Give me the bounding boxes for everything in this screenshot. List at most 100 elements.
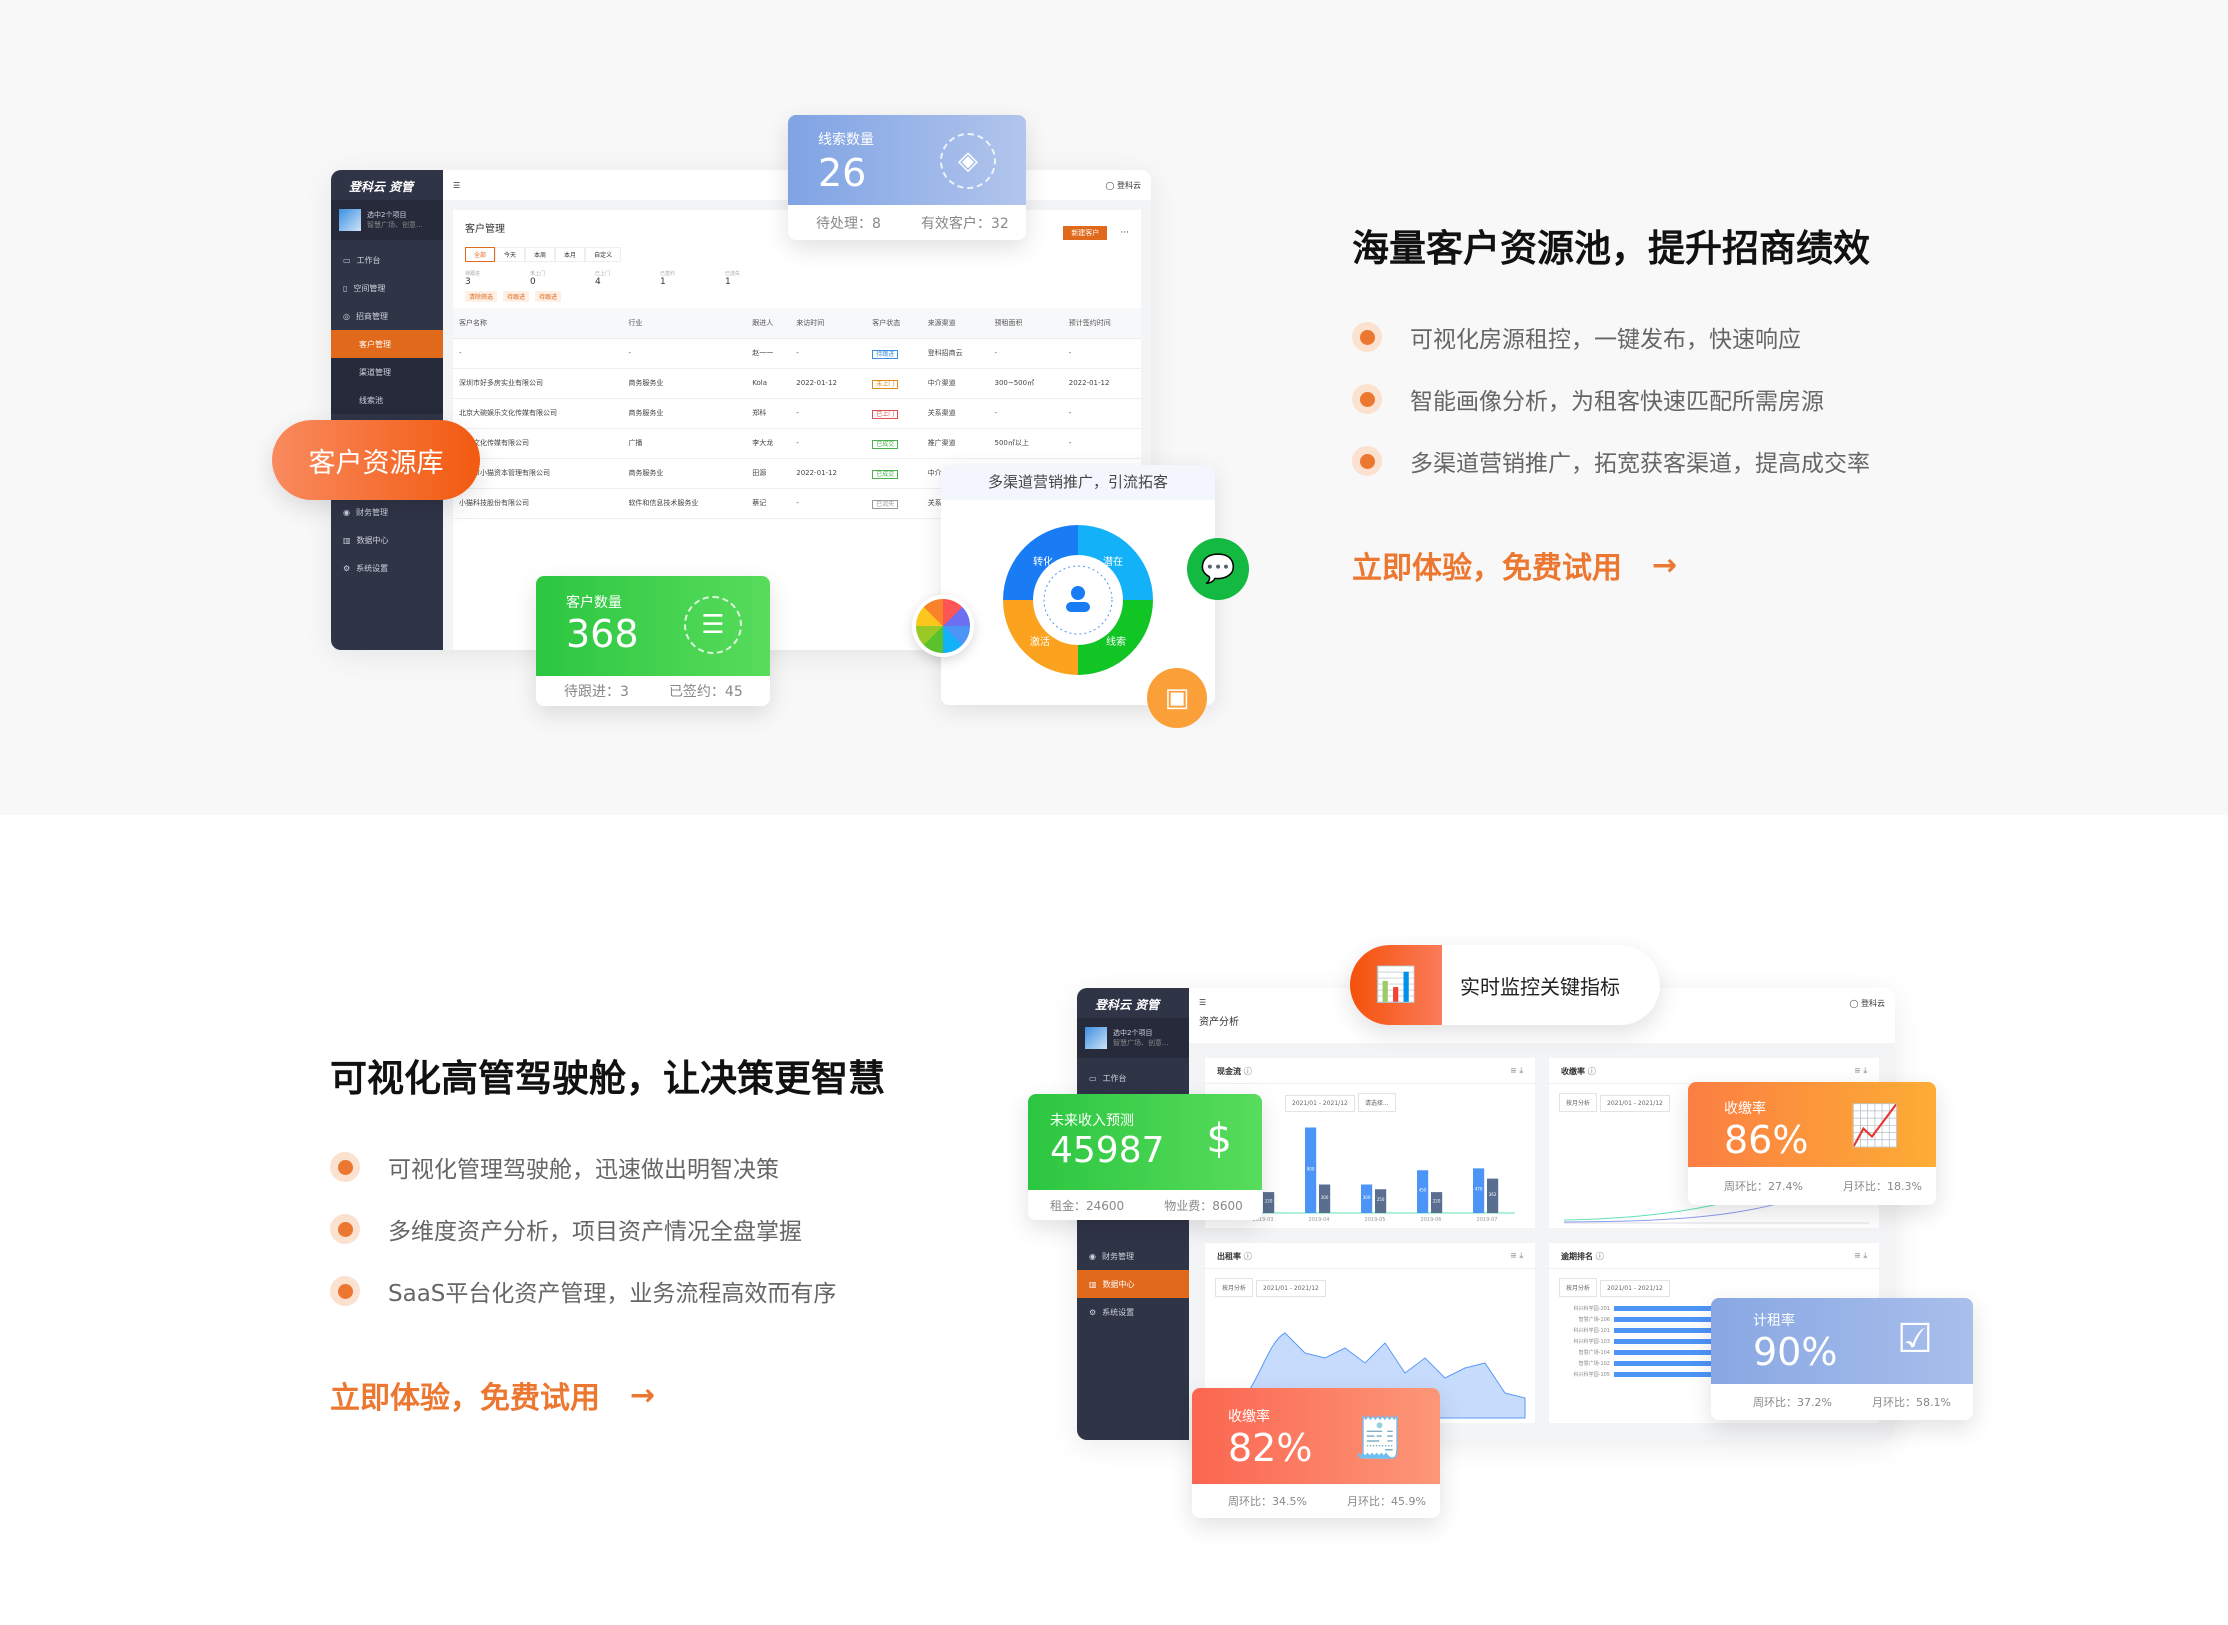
nav-leads[interactable]: 线索池 <box>331 386 443 414</box>
building-icon: ▯ <box>343 283 348 293</box>
user-name: 登科云 <box>1117 180 1141 190</box>
nav-label: 财务管理 <box>355 507 388 517</box>
pending-stat: 待处理：8 <box>816 215 881 232</box>
arrow-right-icon: → <box>1652 547 1678 583</box>
free-trial-link[interactable]: 立即体验，免费试用 → <box>1352 543 1870 587</box>
filter-chips: 清除筛选 待跟进 待跟进 <box>465 291 1129 302</box>
table-cell: 2022-01-12 <box>790 458 867 489</box>
layers-icon: ◈ <box>940 133 996 189</box>
mode-select[interactable]: 按月分析 <box>1559 1278 1598 1297</box>
download-icon[interactable]: ≡ ⤓ <box>1510 1066 1523 1075</box>
table-cell: 商务服务业 <box>622 368 747 399</box>
status-stats: 待跟进 3 未上门 0 已上门 4 已签约 1 已流失 1 <box>465 270 1129 287</box>
table-row[interactable]: 车巢文化传媒有限公司 广播 李大龙 - 已成交 推广渠道 500㎡以上 - <box>453 428 1141 459</box>
filter-chip[interactable]: 待跟进 <box>535 291 562 302</box>
project-selector[interactable]: 选中2个项目 智慧广场、创意... <box>1077 1018 1189 1058</box>
customer-pool-badge: 客户资源库 <box>272 420 480 500</box>
nav-workbench[interactable]: ▭ 工作台 <box>1077 1064 1189 1092</box>
table-cell: 北京大碗娱乐文化传媒有限公司 <box>453 398 623 429</box>
date-range-picker[interactable]: 2021/01 - 2021/12 <box>1256 1280 1326 1297</box>
ranking-label: 科兴科学园-105 <box>1573 1372 1610 1378</box>
nav-finance[interactable]: ◉ 财务管理 <box>1077 1242 1189 1270</box>
receipt-icon: 🧾 <box>1354 1415 1404 1461</box>
project-name: 选中2个项目 <box>367 211 407 219</box>
filter-chip[interactable]: 待跟进 <box>503 291 530 302</box>
menu-toggle-icon[interactable]: ☰ <box>453 181 460 190</box>
tab-week[interactable]: 本周 <box>525 247 556 262</box>
coin-icon: ◉ <box>343 507 350 517</box>
segment-label: 线索 <box>1106 635 1126 648</box>
help-icon: ⓘ <box>1595 1252 1604 1261</box>
status-tag: 待跟进 <box>872 349 899 359</box>
bullet-icon <box>1352 322 1382 352</box>
download-icon[interactable]: ≡ ⤓ <box>1510 1251 1523 1260</box>
table-cell: - <box>1062 398 1141 429</box>
tab-month[interactable]: 本月 <box>555 247 586 262</box>
download-icon[interactable]: ≡ ⤓ <box>1854 1066 1867 1075</box>
wechat-icon: 💬 <box>1187 538 1249 600</box>
status-tag: 已成交 <box>872 469 899 479</box>
nav-channel[interactable]: 渠道管理 <box>331 358 443 386</box>
table-cell: 500㎡以上 <box>988 428 1063 459</box>
nav-data[interactable]: ▥ 数据中心 <box>331 526 443 554</box>
table-row[interactable]: - - 赵一一 - 待跟进 登科招商云 - - <box>453 338 1141 369</box>
tab-all[interactable]: 全部 <box>465 247 496 262</box>
bullet-icon <box>1352 446 1382 476</box>
table-cell: 广播 <box>622 428 747 459</box>
table-row[interactable]: 北京大碗娱乐文化传媒有限公司 商务服务业 郑科 - 已上门 关系渠道 - - <box>453 398 1141 429</box>
status-tag: 已流失 <box>872 499 899 509</box>
gear-icon: ⚙ <box>343 563 351 573</box>
nav-finance[interactable]: ◉ 财务管理 <box>331 498 443 526</box>
nav-settings[interactable]: ⚙ 系统设置 <box>1077 1298 1189 1326</box>
download-icon[interactable]: ≡ ⤓ <box>1854 1251 1867 1260</box>
project-selector[interactable]: 选中2个项目 智慧广场、创意... <box>331 200 443 240</box>
arrow-right-icon: → <box>630 1377 656 1413</box>
nav-settings[interactable]: ⚙ 系统设置 <box>331 554 443 582</box>
table-cell: - <box>790 428 867 459</box>
bar-value-label: 300 <box>1321 1195 1329 1200</box>
nav-leasing[interactable]: ◎ 招商管理 <box>331 302 443 330</box>
bar-value-label: 362 <box>1489 1192 1497 1197</box>
col-header[interactable]: 客户名称 <box>453 308 623 339</box>
nav-space[interactable]: ▯ 空间管理 <box>331 274 443 302</box>
coins-dollar-icon: $ <box>1206 1116 1232 1162</box>
project-thumbnail <box>339 209 361 231</box>
date-filter-tabs: 全部 今天 本周 本月 自定义 <box>465 247 1129 262</box>
col-header[interactable]: 来访时间 <box>790 308 867 339</box>
user-menu[interactable]: ◯ 登科云 <box>1850 998 1886 1009</box>
col-header[interactable]: 跟进人 <box>746 308 791 339</box>
table-cell: - <box>790 398 867 429</box>
coin-icon: ◉ <box>1089 1251 1096 1261</box>
table-row[interactable]: 深圳市好多房实业有限公司 商务服务业 Kola 2022-01-12 未上门 中介渠道 30… <box>453 368 1141 399</box>
more-button[interactable]: ··· <box>1120 228 1129 238</box>
nav-workbench[interactable]: ▭ 工作台 <box>331 246 443 274</box>
nav-data[interactable]: ▥ 数据中心 <box>1077 1270 1189 1298</box>
nav-customer[interactable]: 客户管理 <box>331 330 443 358</box>
chart-icon: ▥ <box>343 535 351 545</box>
col-header[interactable]: 来源渠道 <box>921 308 989 339</box>
target-icon: ◎ <box>343 311 350 321</box>
new-customer-button[interactable]: 新建客户 <box>1063 226 1108 240</box>
segment-label: 潜在 <box>1103 555 1123 568</box>
feature-item: 可视化房源租控，一键发布，快速响应 <box>1352 317 1870 357</box>
mode-select[interactable]: 按月分析 <box>1215 1278 1254 1297</box>
user-menu[interactable]: ◯ 登科云 <box>1106 180 1142 191</box>
monitor-icon: ▭ <box>343 255 351 265</box>
clear-filter-chip[interactable]: 清除筛选 <box>465 291 498 302</box>
col-header[interactable]: 预租面积 <box>988 308 1063 339</box>
table-cell: 郑科 <box>746 398 791 429</box>
feature-item: 多渠道营销推广，拓宽获客渠道，提高成交率 <box>1352 441 1870 481</box>
date-range-picker[interactable]: 2021/01 - 2021/12 <box>1600 1280 1670 1297</box>
col-header[interactable]: 预计签约时间 <box>1062 308 1141 339</box>
col-header[interactable]: 客户状态 <box>866 308 922 339</box>
free-trial-link[interactable]: 立即体验，免费试用 → <box>330 1373 885 1417</box>
table-cell: 推广渠道 <box>921 428 989 459</box>
table-cell: - <box>988 398 1063 429</box>
table-cell: - <box>1062 338 1141 369</box>
tab-today[interactable]: 今天 <box>495 247 526 262</box>
bar-chart-icon: 📊 <box>1350 945 1442 1025</box>
menu-toggle-icon[interactable]: ☰ <box>1199 998 1206 1007</box>
col-header[interactable]: 行业 <box>622 308 747 339</box>
logo: 登科云 资管 <box>349 180 414 194</box>
tab-custom[interactable]: 自定义 <box>585 247 622 262</box>
